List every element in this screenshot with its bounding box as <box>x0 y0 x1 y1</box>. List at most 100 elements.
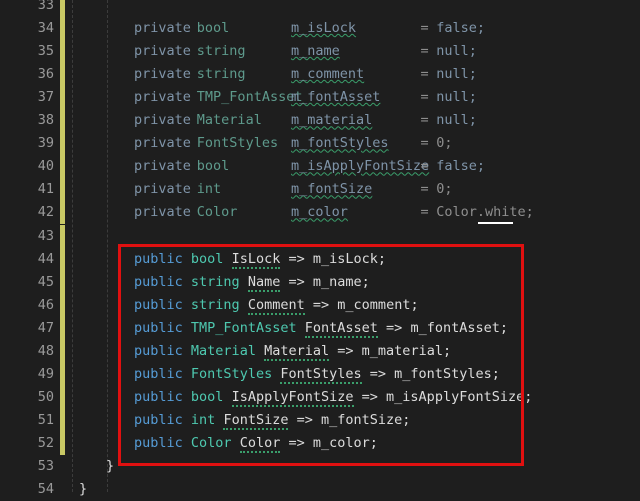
change-margin-marker <box>60 247 65 271</box>
field-type: string <box>196 43 246 60</box>
line-number: 38 <box>37 112 54 129</box>
change-margin-marker <box>60 63 65 87</box>
code-line[interactable]: 38 private Material m_material = null; <box>0 109 640 133</box>
change-margin-marker <box>60 293 65 317</box>
code-line[interactable]: 40 private bool m_isApplyFontSize = false; <box>0 155 640 179</box>
change-margin-marker <box>60 109 65 133</box>
closing-brace: } <box>79 481 88 498</box>
field-type: bool <box>196 158 230 175</box>
code-line[interactable]: 54} <box>0 478 640 501</box>
code-line[interactable]: 33 <box>0 0 640 17</box>
closing-brace: } <box>106 458 115 474</box>
line-number: 48 <box>37 342 54 359</box>
access-modifier: private <box>134 135 191 152</box>
field-value: null; <box>436 89 477 106</box>
line-number: 51 <box>37 411 54 428</box>
field-name: m_color <box>291 204 348 221</box>
line-number: 36 <box>37 66 54 83</box>
access-modifier: private <box>134 20 191 37</box>
line-number: 34 <box>37 20 54 37</box>
line-number: 41 <box>37 181 54 198</box>
assign-operator: = <box>420 181 429 198</box>
field-type: bool <box>196 20 230 37</box>
field-type: FontStyles <box>196 135 279 152</box>
assign-operator: = <box>420 66 429 83</box>
change-margin-marker <box>60 362 65 386</box>
assign-operator: = <box>420 112 429 129</box>
field-value: null; <box>436 43 477 60</box>
line-number: 43 <box>37 227 54 244</box>
line-number: 35 <box>37 43 54 60</box>
access-modifier: private <box>134 66 191 83</box>
field-value: false; <box>436 20 485 37</box>
line-number: 44 <box>37 250 54 267</box>
code-line[interactable]: 36 private string m_comment = null; <box>0 63 640 87</box>
field-name: m_fontStyles <box>291 135 389 152</box>
code-line[interactable]: 34 private bool m_isLock = false; <box>0 17 640 41</box>
line-number: 52 <box>37 434 54 451</box>
line-number: 37 <box>37 89 54 106</box>
field-name: m_fontSize <box>291 181 373 198</box>
code-line[interactable]: 39 private FontStyles m_fontStyles = 0; <box>0 132 640 156</box>
change-margin-marker <box>60 132 65 156</box>
change-margin-marker <box>60 431 65 455</box>
change-margin-marker <box>60 0 65 17</box>
access-modifier: private <box>134 112 191 129</box>
line-number: 46 <box>37 296 54 313</box>
change-margin-marker <box>60 316 65 340</box>
change-margin-marker <box>60 408 65 432</box>
line-number: 53 <box>37 458 54 474</box>
line-number: 54 <box>37 481 54 498</box>
field-value: null; <box>436 66 477 83</box>
change-margin-marker <box>60 17 65 41</box>
highlight-box <box>118 244 524 466</box>
change-margin-marker <box>60 270 65 294</box>
assign-operator: = <box>420 135 429 152</box>
code-line[interactable]: 35 private string m_name = null; <box>0 40 640 64</box>
field-type: int <box>196 181 222 198</box>
assign-operator: = <box>420 89 429 106</box>
code-line[interactable]: 37 private TMP_FontAsset m_fontAsset = null; <box>0 86 640 110</box>
assign-operator: = <box>420 204 429 221</box>
line-number: 33 <box>37 0 54 13</box>
line-number: 39 <box>37 135 54 152</box>
line-number: 40 <box>37 158 54 175</box>
assign-operator: = <box>420 158 429 175</box>
change-margin-marker <box>60 224 65 248</box>
code-line[interactable]: 42 private Color m_color = Color.white; <box>0 201 640 225</box>
change-margin-marker <box>60 201 65 225</box>
line-number: 49 <box>37 365 54 382</box>
field-name: m_isLock <box>291 20 357 37</box>
field-value: null; <box>436 112 477 129</box>
word-highlight <box>478 222 513 224</box>
line-number: 50 <box>37 388 54 405</box>
access-modifier: private <box>134 43 191 60</box>
code-line[interactable]: 41 private int m_fontSize = 0; <box>0 178 640 202</box>
field-type: Material <box>196 112 262 129</box>
field-name: m_comment <box>291 66 365 83</box>
change-margin-marker <box>60 385 65 409</box>
field-type: string <box>196 66 246 83</box>
access-modifier: private <box>134 89 191 106</box>
assign-operator: = <box>420 20 429 37</box>
line-number: 47 <box>37 319 54 336</box>
field-name: m_fontAsset <box>291 89 381 106</box>
field-value: false; <box>436 158 485 175</box>
field-name: m_material <box>291 112 373 129</box>
field-type: TMP_FontAsset <box>196 89 303 106</box>
access-modifier: private <box>134 204 191 221</box>
field-name: m_isApplyFontSize <box>291 158 430 175</box>
access-modifier: private <box>134 181 191 198</box>
line-number: 42 <box>37 204 54 221</box>
change-margin-marker <box>60 339 65 363</box>
change-margin-marker <box>60 155 65 179</box>
access-modifier: private <box>134 158 191 175</box>
field-value: 0; <box>436 181 453 198</box>
assign-operator: = <box>420 43 429 60</box>
field-name: m_name <box>291 43 340 60</box>
field-value: 0; <box>436 135 453 152</box>
change-margin-marker <box>60 40 65 64</box>
field-value: Color.white; <box>436 204 534 221</box>
field-type: Color <box>196 204 238 221</box>
line-number: 45 <box>37 273 54 290</box>
